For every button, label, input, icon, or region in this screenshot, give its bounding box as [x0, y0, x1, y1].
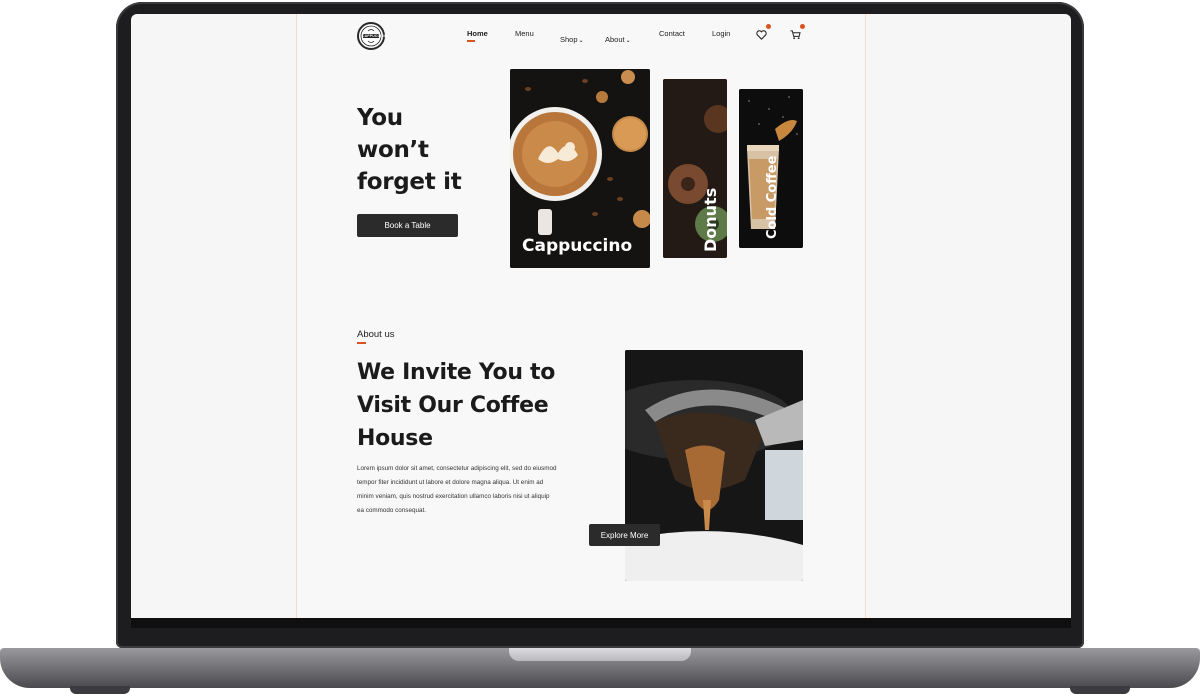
- hero-title: You won’t forget it: [357, 102, 487, 198]
- hero-title-line: You: [357, 105, 403, 131]
- laptop-foot-left: [70, 686, 130, 694]
- about-title-line: We Invite You to: [357, 360, 556, 385]
- wishlist-button[interactable]: [756, 24, 771, 40]
- about-body-line: minim veniam, quis nostrud exercitation …: [357, 493, 550, 500]
- about-body-line: Lorem ipsum dolor sit amet, consectetur …: [357, 465, 557, 472]
- card-cold-coffee[interactable]: Cold Coffee: [739, 89, 803, 248]
- cart-button[interactable]: [790, 24, 805, 40]
- main-nav: Home Menu Shop⌄ About⌄ Contact Login: [131, 29, 1071, 45]
- laptop-foot-right: [1070, 686, 1130, 694]
- nav-shop[interactable]: Shop⌄: [560, 29, 584, 47]
- card-label-donuts: Donuts: [701, 187, 720, 252]
- card-label-cold-coffee: Cold Coffee: [765, 155, 780, 239]
- cart-icon: [790, 30, 801, 40]
- chevron-down-icon: ⌄: [578, 38, 584, 44]
- laptop-notch: [509, 648, 691, 661]
- chevron-down-icon: ⌄: [625, 38, 631, 44]
- screen-chin: [131, 618, 1071, 628]
- wishlist-badge: [766, 24, 771, 29]
- about-title-line: House: [357, 426, 433, 451]
- book-table-button[interactable]: Book a Table: [357, 214, 458, 237]
- about-title: We Invite You to Visit Our Coffee House: [357, 356, 587, 455]
- website-screen: CAPPUCCINO Home Menu Shop⌄ About⌄ Contac…: [131, 14, 1071, 618]
- about-kicker: About us: [357, 329, 395, 340]
- about-body: Lorem ipsum dolor sit amet, consectetur …: [357, 462, 577, 518]
- card-donuts[interactable]: Donuts: [663, 79, 727, 258]
- nav-about[interactable]: About⌄: [605, 29, 631, 47]
- about-body-line: tempor fiter incididunt ut labore et dol…: [357, 479, 544, 486]
- nav-login[interactable]: Login: [712, 29, 730, 38]
- about-kicker-underline: [357, 342, 366, 344]
- hero-title-line: won’t: [357, 137, 429, 163]
- nav-home[interactable]: Home: [467, 29, 488, 38]
- nav-active-indicator: [467, 40, 475, 42]
- espresso-illustration: [625, 350, 803, 581]
- about-title-line: Visit Our Coffee: [357, 393, 549, 418]
- about-body-line: ea commodo consequat.: [357, 507, 426, 514]
- nav-contact[interactable]: Contact: [659, 29, 685, 38]
- explore-more-button[interactable]: Explore More: [589, 524, 660, 546]
- nav-shop-label: Shop: [560, 35, 578, 44]
- espresso-image: [625, 350, 803, 581]
- nav-about-label: About: [605, 35, 625, 44]
- card-label-cappuccino: Cappuccino: [522, 236, 633, 256]
- cart-badge: [800, 24, 805, 29]
- hero-title-line: forget it: [357, 169, 462, 195]
- heart-icon: [756, 30, 767, 40]
- card-cappuccino[interactable]: Cappuccino: [510, 69, 650, 268]
- nav-menu[interactable]: Menu: [515, 29, 534, 38]
